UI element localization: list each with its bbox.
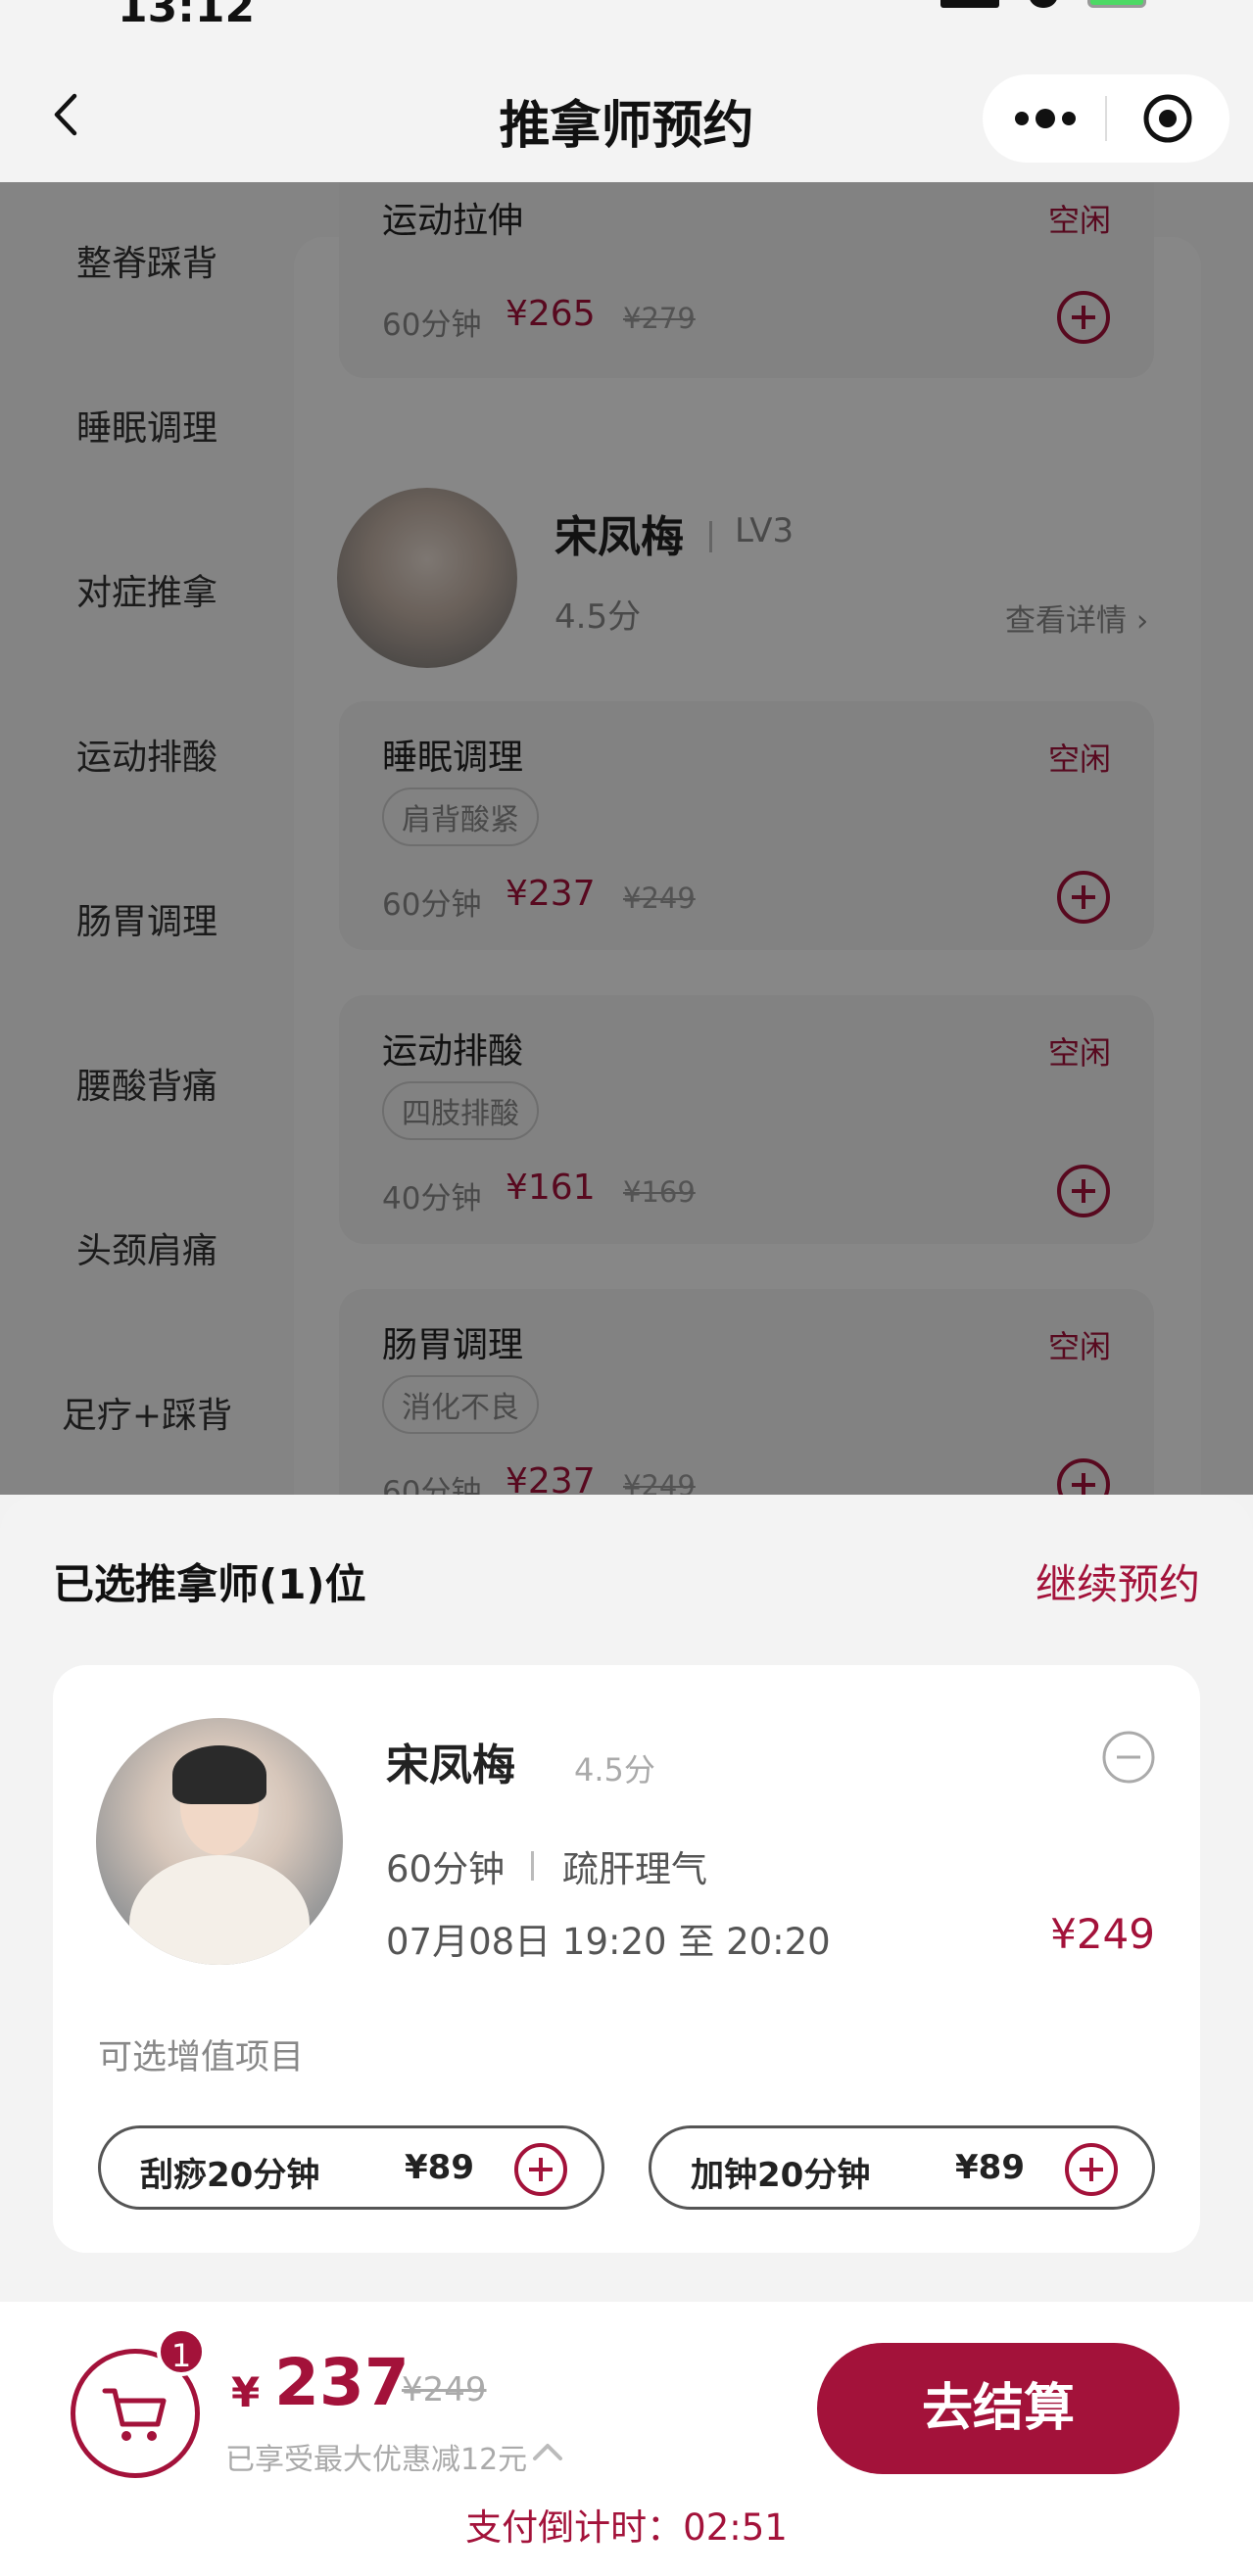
avatar-hair [172,1745,266,1804]
service-card[interactable]: 运动拉伸 空闲 60分钟 ¥265 ¥279 [339,182,1154,378]
sheet-title: 已选推拿师(1)位 [53,1560,366,1608]
plus-icon[interactable] [1056,1457,1111,1495]
service-card[interactable]: 肠胃调理 空闲 消化不良 60分钟 ¥237 ¥249 [339,1289,1154,1495]
selected-therapist-name: 宋凤梅 [386,1741,515,1790]
service-original-price: ¥279 [623,302,696,335]
service-tag: 消化不良 [382,1375,539,1434]
selected-therapist-avatar [96,1718,343,1965]
status-bar: 13:12 [0,0,1253,49]
addon-price: ¥89 [405,2148,474,2187]
addon-scraping-button[interactable]: 刮痧20分钟 ¥89 [98,2125,604,2210]
service-duration: 40分钟 [382,1181,482,1216]
wifi-icon [1029,0,1058,8]
category-sidebar: 整脊踩背 睡眠调理 对症推拿 运动排酸 肠胃调理 腰酸背痛 头颈肩痛 足疗+踩背 [0,182,294,1495]
avatar-body [129,1855,310,1965]
therapist-avatar[interactable] [337,488,517,668]
service-name: 运动拉伸 [382,201,524,241]
status-icons [940,0,1176,14]
cart-count-badge: 1 [157,2327,206,2376]
service-card[interactable]: 运动排酸 空闲 四肢排酸 40分钟 ¥161 ¥169 [339,995,1154,1244]
selected-therapist-card: 宋凤梅 4.5分 60分钟 疏肝理气 07月08日 19:20 至 20:20 … [53,1665,1200,2253]
mini-program-capsule [983,74,1229,163]
total-currency: ¥ [231,2368,261,2416]
service-status: 空闲 [1047,1328,1111,1365]
service-card[interactable]: 睡眠调理 空闲 肩背酸紧 60分钟 ¥237 ¥249 [339,701,1154,950]
service-price: ¥265 [506,294,596,334]
battery-icon [1087,0,1146,8]
service-duration: 60分钟 [382,1475,482,1495]
detail-divider [531,1851,534,1881]
service-name: 肠胃调理 [382,1325,524,1365]
sidebar-item[interactable]: 足疗+踩背 [0,1334,294,1495]
service-status: 空闲 [1047,740,1111,778]
service-status: 空闲 [1047,1034,1111,1072]
status-time: 13:12 [118,0,256,32]
plus-icon[interactable] [1056,1164,1111,1218]
addon-label: 加钟20分钟 [691,2156,871,2195]
addon-price: ¥89 [955,2148,1025,2187]
service-name: 运动排酸 [382,1031,524,1072]
content-area: 整脊踩背 睡眠调理 对症推拿 运动排酸 肠胃调理 腰酸背痛 头颈肩痛 足疗+踩背… [0,182,1253,1495]
payment-countdown: 支付倒计时：02:51 [465,2506,788,2549]
sidebar-item[interactable]: 头颈肩痛 [0,1169,294,1334]
continue-booking-link[interactable]: 继续预约 [1036,1551,1200,1611]
plus-icon[interactable] [1064,2142,1119,2197]
chevron-up-icon[interactable] [531,2437,564,2466]
selected-service: 疏肝理气 [562,1848,707,1890]
addon-label: 刮痧20分钟 [140,2156,320,2195]
selected-duration: 60分钟 [386,1848,506,1890]
sidebar-item[interactable]: 睡眠调理 [0,347,294,511]
discount-note: 已享受最大优惠减12元 [225,2443,528,2477]
therapist-name: 宋凤梅 [554,512,684,562]
level-divider [709,521,712,552]
service-status: 空闲 [1047,202,1111,239]
addon-extend-time-button[interactable]: 加钟20分钟 ¥89 [649,2125,1155,2210]
service-name: 睡眠调理 [382,738,524,778]
service-duration: 60分钟 [382,887,482,923]
sidebar-item[interactable]: 整脊踩背 [0,182,294,347]
plus-icon[interactable] [513,2142,568,2197]
signal-icon [940,0,999,8]
therapist-score: 4.5分 [554,597,642,637]
cart-icon [102,2388,167,2441]
service-price: ¥161 [506,1168,596,1208]
more-icon[interactable] [983,74,1105,163]
service-tag: 肩背酸紧 [382,787,539,846]
service-original-price: ¥169 [623,1175,696,1209]
sidebar-item[interactable]: 运动排酸 [0,676,294,840]
selected-time-range: 07月08日 19:20 至 20:20 [386,1921,831,1963]
service-original-price: ¥249 [623,1469,696,1495]
total-original-price: ¥249 [402,2370,487,2409]
view-details-link[interactable]: 查看详情 › [1005,596,1148,640]
service-list: 运动拉伸 空闲 60分钟 ¥265 ¥279 宋凤梅 LV3 4.5分 查看详情… [294,182,1201,1495]
plus-icon[interactable] [1056,870,1111,925]
total-price: 237 [274,2345,410,2420]
sidebar-item[interactable]: 对症推拿 [0,511,294,676]
minus-icon[interactable] [1101,1730,1156,1785]
therapist-level: LV3 [735,511,795,550]
sidebar-item[interactable]: 肠胃调理 [0,840,294,1005]
service-price: ¥237 [506,1461,596,1495]
nav-bar: 推拿师预约 [0,49,1253,182]
checkout-button[interactable]: 去结算 [817,2343,1180,2474]
service-original-price: ¥249 [623,882,696,915]
service-duration: 60分钟 [382,308,482,343]
service-tag: 四肢排酸 [382,1081,539,1140]
checkout-bar: 1 ¥ 237 ¥249 已享受最大优惠减12元 去结算 支付倒计时：02:51 [0,2302,1253,2576]
sidebar-item[interactable]: 腰酸背痛 [0,1005,294,1169]
view-details-label: 查看详情 [1005,603,1127,639]
selected-therapist-score: 4.5分 [574,1751,655,1789]
record-icon[interactable] [1107,74,1229,163]
plus-icon[interactable] [1056,290,1111,345]
addon-section-title: 可选增值项目 [98,2038,305,2077]
selected-price: ¥249 [1050,1910,1155,1958]
service-price: ¥237 [506,874,596,914]
